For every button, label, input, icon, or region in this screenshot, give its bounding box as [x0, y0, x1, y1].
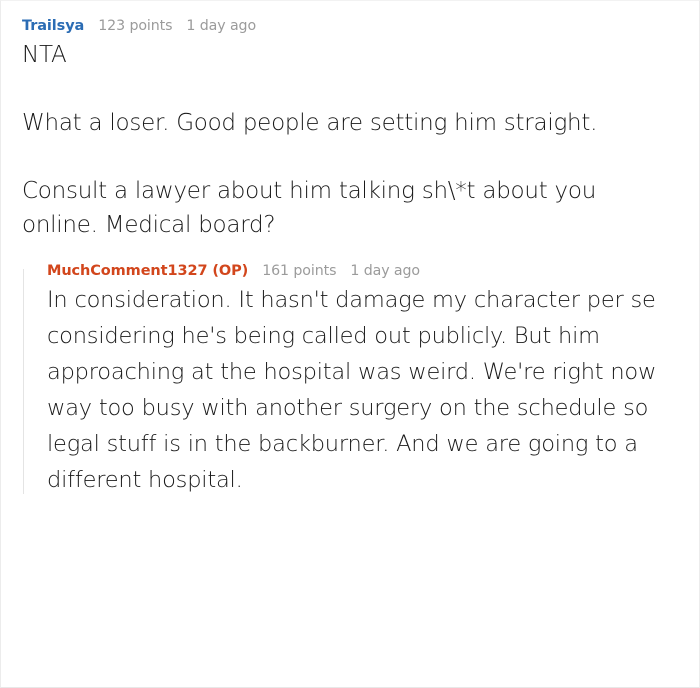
- reply-timestamp: 1 day ago: [350, 262, 420, 279]
- comment-points: 123 points: [98, 18, 173, 34]
- thread-collapse-line[interactable]: [23, 268, 24, 494]
- comment-author-link[interactable]: Trailsya: [22, 19, 84, 34]
- reply-body: In consideration. It hasn't damage my ch…: [23, 278, 699, 498]
- reply-header: MuchComment1327 (OP) 161 points 1 day ag…: [23, 262, 699, 279]
- reply-paragraph: In consideration. It hasn't damage my ch…: [47, 287, 657, 493]
- comment-paragraph: What a loser. Good people are setting hi…: [22, 109, 598, 136]
- comment-header: Trailsya 123 points 1 day ago: [1, 1, 699, 34]
- comment-timestamp: 1 day ago: [186, 18, 257, 34]
- reply-points: 161 points: [262, 262, 337, 279]
- reply-author-link[interactable]: MuchComment1327 (OP): [47, 263, 248, 279]
- nested-reply-comment: MuchComment1327 (OP) 161 points 1 day ag…: [1, 262, 699, 499]
- comment-paragraph: Consult a lawyer about him talking sh\*t…: [22, 177, 597, 238]
- comment-body: NTA What a loser. Good people are settin…: [1, 34, 699, 242]
- comment-thread-screen: Trailsya 123 points 1 day ago NTA What a…: [0, 0, 700, 688]
- comment-paragraph: NTA: [22, 41, 67, 68]
- top-level-comment: Trailsya 123 points 1 day ago NTA What a…: [1, 1, 699, 498]
